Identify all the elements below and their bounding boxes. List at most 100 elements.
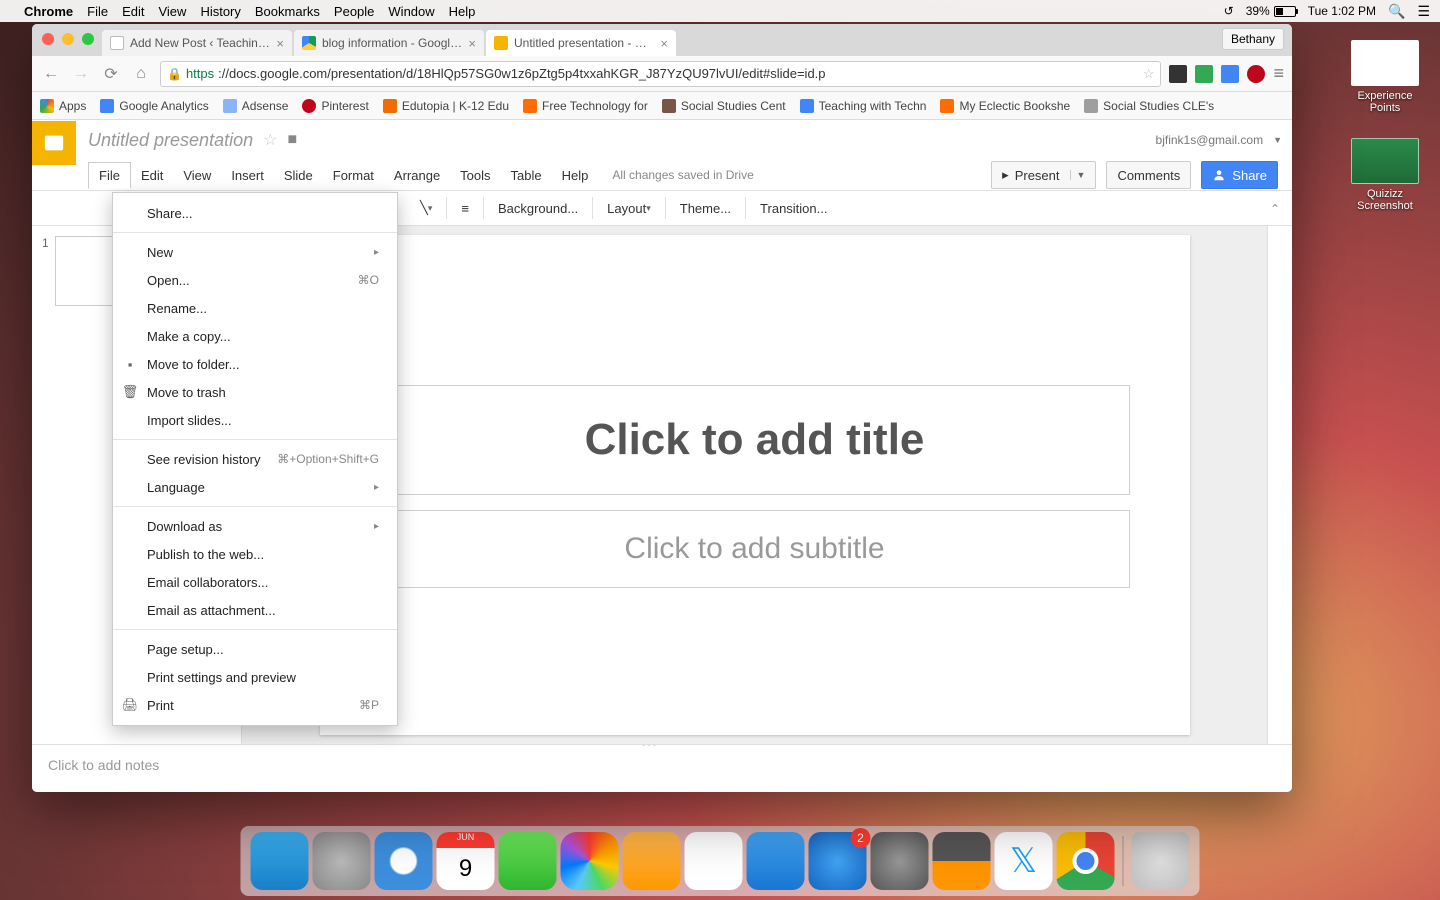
osx-app-name[interactable]: Chrome (24, 4, 73, 19)
menu-file[interactable]: File (88, 162, 131, 189)
dock-keynote-icon[interactable] (747, 832, 805, 890)
dock-twitter-icon[interactable]: 𝕏 (995, 832, 1053, 890)
move-folder-icon[interactable]: ■ (287, 131, 297, 149)
file-menu-page-setup[interactable]: Page setup... (113, 635, 397, 663)
bookmark-star-icon[interactable]: ☆ (1143, 66, 1155, 82)
dock-facetime-icon[interactable] (499, 832, 557, 890)
menu-edit[interactable]: Edit (131, 163, 173, 188)
osx-menu-file[interactable]: File (87, 4, 108, 19)
tab-close-icon[interactable]: × (660, 36, 668, 51)
menu-view[interactable]: View (173, 163, 221, 188)
file-menu-move-to-trash[interactable]: 🗑Move to trash (113, 378, 397, 406)
bookmark-item[interactable]: Social Studies Cent (662, 99, 786, 113)
dock-calendar-icon[interactable]: JUN9 (437, 832, 495, 890)
bookmark-item[interactable]: Adsense (223, 99, 289, 113)
menubar-clock[interactable]: Tue 1:02 PM (1308, 4, 1376, 18)
extension-icon[interactable] (1221, 65, 1239, 83)
bookmark-item[interactable]: Free Technology for (523, 99, 648, 113)
osx-menu-bookmarks[interactable]: Bookmarks (255, 4, 320, 19)
user-email[interactable]: bjfink1s@gmail.com (1156, 133, 1264, 147)
extension-icon[interactable] (1169, 65, 1187, 83)
bookmark-apps[interactable]: Apps (40, 99, 86, 113)
menu-insert[interactable]: Insert (221, 163, 274, 188)
menu-arrange[interactable]: Arrange (384, 163, 450, 188)
minimize-window-button[interactable] (62, 33, 74, 45)
bookmark-item[interactable]: My Eclectic Bookshe (940, 99, 1070, 113)
osx-menu-edit[interactable]: Edit (122, 4, 144, 19)
notification-center-icon[interactable]: ☰ (1417, 3, 1430, 20)
osx-menu-view[interactable]: View (158, 4, 186, 19)
dock-preferences-icon[interactable] (871, 832, 929, 890)
notes-resize-handle[interactable]: ··· (642, 744, 682, 747)
theme-button[interactable]: Theme... (672, 197, 739, 220)
chrome-profile-button[interactable]: Bethany (1222, 28, 1284, 50)
file-menu-language[interactable]: Language▸ (113, 473, 397, 501)
desktop-file-experience-points[interactable]: Experience Points (1342, 40, 1428, 114)
menu-format[interactable]: Format (323, 163, 384, 188)
address-bar[interactable]: 🔒 https://docs.google.com/presentation/d… (160, 61, 1161, 87)
present-button[interactable]: ▸ Present ▼ (991, 161, 1096, 189)
dock-calculator-icon[interactable] (933, 832, 991, 890)
home-button[interactable]: ⌂ (130, 65, 152, 83)
back-button[interactable]: ← (40, 65, 62, 83)
subtitle-placeholder[interactable]: Click to add subtitle (380, 510, 1130, 588)
forward-button[interactable]: → (70, 65, 92, 83)
file-menu-download-as[interactable]: Download as▸ (113, 512, 397, 540)
menu-help[interactable]: Help (552, 163, 599, 188)
star-document-icon[interactable]: ☆ (263, 130, 277, 150)
bookmark-item[interactable]: Social Studies CLE's (1084, 99, 1214, 113)
browser-tab-active[interactable]: Untitled presentation - Goo × (486, 30, 676, 56)
dock-trash-icon[interactable] (1132, 832, 1190, 890)
comments-button[interactable]: Comments (1106, 161, 1191, 189)
maximize-window-button[interactable] (82, 33, 94, 45)
menu-slide[interactable]: Slide (274, 163, 323, 188)
bookmark-item[interactable]: Edutopia | K-12 Edu (383, 99, 509, 113)
osx-menu-help[interactable]: Help (449, 4, 476, 19)
spotlight-icon[interactable]: 🔍 (1388, 3, 1405, 20)
chrome-menu-icon[interactable]: ≡ (1273, 63, 1284, 84)
file-menu-publish-web[interactable]: Publish to the web... (113, 540, 397, 568)
share-button[interactable]: Share (1201, 161, 1278, 189)
osx-menu-window[interactable]: Window (388, 4, 434, 19)
browser-tab[interactable]: blog information - Google D × (294, 30, 484, 56)
browser-tab[interactable]: Add New Post ‹ Teaching w × (102, 30, 292, 56)
layout-button[interactable]: Layout ▾ (599, 197, 659, 220)
file-menu-move-to-folder[interactable]: ▪Move to folder... (113, 350, 397, 378)
dock-photos-icon[interactable] (561, 832, 619, 890)
dock-safari-icon[interactable] (375, 832, 433, 890)
file-menu-revision-history[interactable]: See revision history⌘+Option+Shift+G (113, 445, 397, 473)
dock-appstore-icon[interactable]: 2 (809, 832, 867, 890)
tab-close-icon[interactable]: × (468, 36, 476, 51)
account-dropdown-icon[interactable]: ▼ (1273, 135, 1282, 145)
title-placeholder[interactable]: Click to add title (380, 385, 1130, 495)
menu-tools[interactable]: Tools (450, 163, 500, 188)
desktop-file-quizizz[interactable]: Quizizz Screenshot (1342, 138, 1428, 212)
file-menu-email-collaborators[interactable]: Email collaborators... (113, 568, 397, 596)
file-menu-import-slides[interactable]: Import slides... (113, 406, 397, 434)
file-menu-open[interactable]: Open...⌘O (113, 266, 397, 294)
dock-launchpad-icon[interactable] (313, 832, 371, 890)
file-menu-rename[interactable]: Rename... (113, 294, 397, 322)
file-menu-print-settings[interactable]: Print settings and preview (113, 663, 397, 691)
document-title[interactable]: Untitled presentation (88, 130, 253, 151)
sync-icon[interactable]: ↺ (1224, 4, 1234, 18)
file-menu-email-attachment[interactable]: Email as attachment... (113, 596, 397, 624)
dock-pages-icon[interactable] (623, 832, 681, 890)
line-tool-icon[interactable]: ╲ ▾ (412, 196, 440, 220)
background-button[interactable]: Background... (490, 197, 586, 220)
dock-chrome-icon[interactable] (1057, 832, 1115, 890)
dock-numbers-icon[interactable] (685, 832, 743, 890)
osx-menu-history[interactable]: History (200, 4, 240, 19)
transition-button[interactable]: Transition... (752, 197, 835, 220)
tab-close-icon[interactable]: × (276, 36, 284, 51)
bookmark-item[interactable]: Pinterest (302, 99, 368, 113)
slide[interactable]: Click to add title Click to add subtitle (320, 235, 1190, 735)
present-dropdown-icon[interactable]: ▼ (1070, 170, 1092, 180)
bookmark-item[interactable]: Google Analytics (100, 99, 208, 113)
menu-table[interactable]: Table (501, 163, 552, 188)
slides-logo-icon[interactable] (32, 121, 76, 165)
reload-button[interactable]: ⟳ (100, 64, 122, 84)
collapse-toolbar-icon[interactable]: ⌄ (1270, 201, 1280, 215)
speaker-notes[interactable]: ··· Click to add notes (32, 744, 1292, 792)
battery-status[interactable]: 39% (1246, 4, 1296, 18)
